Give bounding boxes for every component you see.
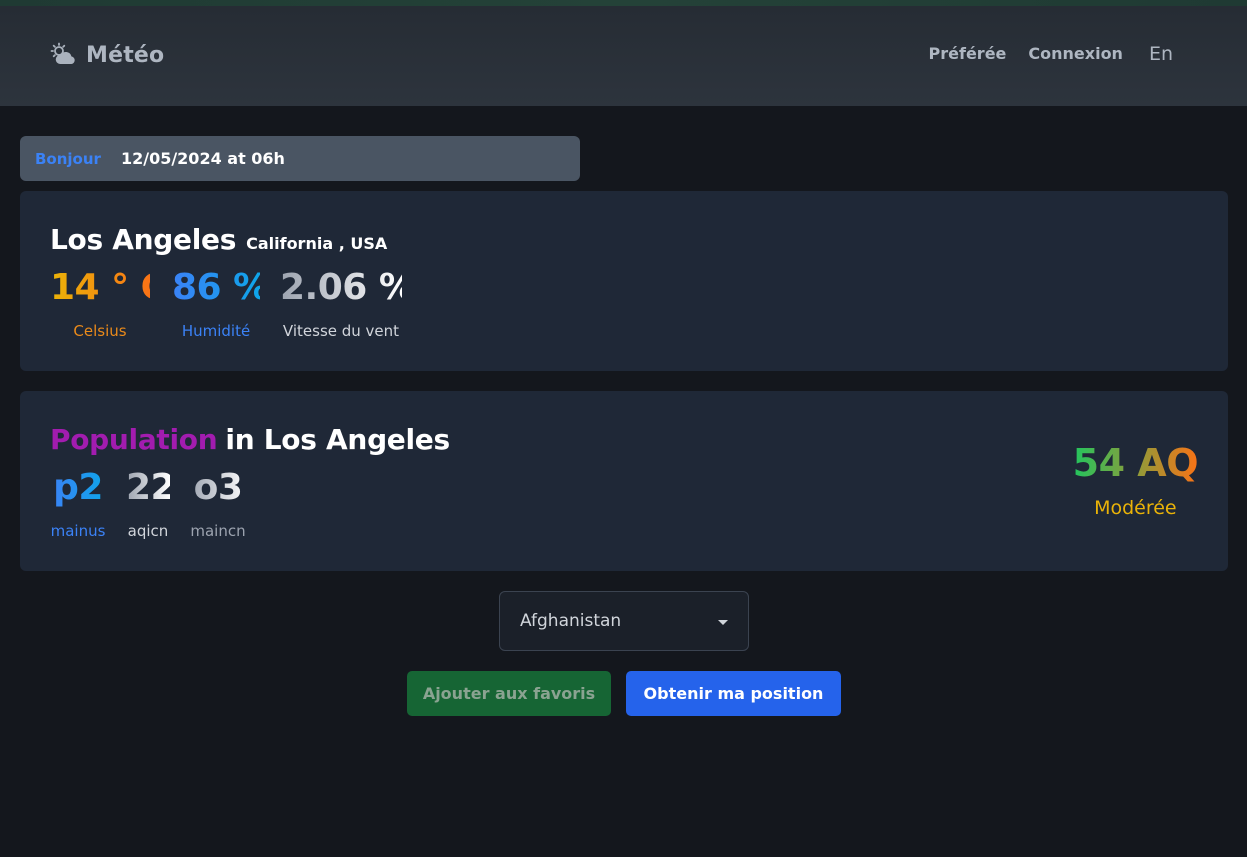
- p2-value: p2: [50, 467, 106, 508]
- p2-label: mainus: [50, 522, 106, 540]
- air-quality-label: Modérée: [1094, 497, 1177, 519]
- add-favorite-button[interactable]: Ajouter aux favoris: [407, 671, 611, 716]
- pollution-title-word: Population: [50, 423, 218, 456]
- city-name: Los Angeles: [50, 223, 237, 256]
- o3-label: maincn: [190, 522, 246, 540]
- country-select[interactable]: Afghanistan: [499, 591, 749, 651]
- brand-title: Météo: [86, 42, 165, 68]
- navbar: Météo Préférée Connexion En: [0, 6, 1247, 106]
- nav-preferred-link[interactable]: Préférée: [929, 44, 1007, 63]
- humidity-stat: 86 % Humidité: [172, 267, 269, 340]
- humidity-value: 86 %: [172, 267, 269, 308]
- weather-title-row: Los Angeles California , USA: [50, 223, 387, 256]
- humidity-label: Humidité: [181, 322, 251, 340]
- greeting-word: Bonjour: [35, 149, 101, 168]
- o3-value: o3: [188, 467, 248, 508]
- temperature-stat: 14 ° C Celsius: [50, 267, 167, 340]
- brand[interactable]: Météo: [50, 39, 164, 71]
- caret-down-icon: [718, 620, 728, 625]
- greeting-datetime: 12/05/2024 at 06h: [120, 149, 285, 168]
- weather-card: Los Angeles California , USA 14 ° C Cels…: [20, 191, 1228, 371]
- aqicn-value: 22: [126, 467, 176, 508]
- get-position-button[interactable]: Obtenir ma position: [626, 671, 841, 716]
- air-quality-stat: 54 AQ Modérée: [1072, 441, 1199, 519]
- greeting-bar: Bonjour 12/05/2024 at 06h: [20, 136, 580, 181]
- nav-links: Préférée Connexion En: [907, 42, 1173, 65]
- country-select-value: Afghanistan: [520, 611, 622, 631]
- wind-stat: 2.06 % Vitesse du vent: [280, 267, 415, 340]
- language-switch[interactable]: En: [1149, 43, 1173, 65]
- nav-login-link[interactable]: Connexion: [1028, 44, 1123, 63]
- p2-stat: p2 mainus: [50, 467, 106, 540]
- pollution-title-rest: in Los Angeles: [225, 423, 450, 456]
- o3-stat: o3 maincn: [188, 467, 248, 540]
- pollution-title-row: Population in Los Angeles: [50, 423, 450, 456]
- aqicn-stat: 22 aqicn: [126, 467, 176, 540]
- wind-label: Vitesse du vent: [282, 322, 400, 340]
- temperature-label: Celsius: [73, 322, 127, 340]
- city-region: California , USA: [246, 234, 388, 253]
- temperature-value: 14 ° C: [50, 267, 167, 308]
- wind-value: 2.06 %: [280, 267, 415, 308]
- pollution-card: Population in Los Angeles p2 mainus 22 a…: [20, 391, 1228, 571]
- air-quality-value: 54 AQ: [1072, 441, 1199, 485]
- aqicn-label: aqicn: [127, 522, 169, 540]
- sun-cloud-icon: [50, 42, 75, 64]
